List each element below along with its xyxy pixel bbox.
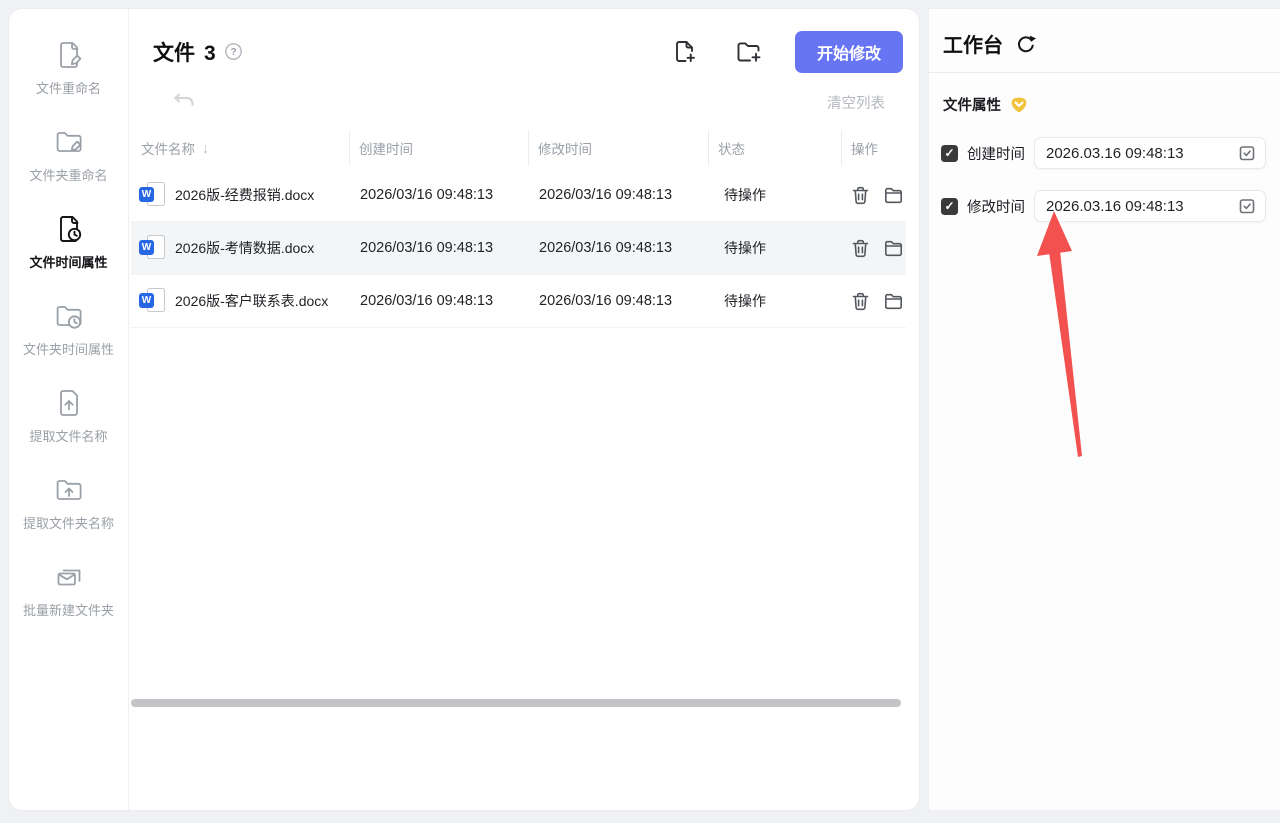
- refresh-icon[interactable]: [1015, 34, 1036, 55]
- file-list-header: 文件 3 ? 开始修改: [153, 31, 903, 73]
- vip-badge-icon: [1009, 95, 1029, 115]
- created-time-label: 创建时间: [967, 143, 1025, 164]
- open-folder-icon[interactable]: [884, 187, 903, 204]
- modified-time: 2026/03/16 09:48:13: [528, 240, 708, 256]
- sidebar: 文件重命名 文件夹重命名 文件时间属性: [9, 9, 129, 810]
- file-name-cell: W 2026版-经费报销.docx: [131, 176, 349, 214]
- sidebar-item-label: 文件时间属性: [29, 252, 107, 271]
- modified-time-input[interactable]: 2026.03.16 09:48:13: [1034, 190, 1266, 222]
- open-folder-icon[interactable]: [884, 240, 903, 257]
- created-time: 2026/03/16 09:48:13: [349, 187, 528, 203]
- file-clock-icon: [53, 213, 85, 245]
- modified-time: 2026/03/16 09:48:13: [528, 187, 708, 203]
- delete-icon[interactable]: [852, 186, 869, 205]
- table-row[interactable]: W 2026版-客户联系表.docx 2026/03/16 09:48:13 2…: [131, 275, 906, 328]
- file-rename-icon: [53, 39, 85, 71]
- row-actions: [841, 186, 906, 205]
- modified-time-checkbox[interactable]: ✓: [941, 198, 958, 215]
- file-name-cell: W 2026版-客户联系表.docx: [131, 282, 349, 320]
- open-folder-icon[interactable]: [884, 293, 903, 310]
- folder-export-icon: [53, 474, 85, 506]
- workbench-panel: 工作台 文件属性 ✓ 创建时间 2026.03.16 09:48:13: [928, 8, 1280, 811]
- modified-time: 2026/03/16 09:48:13: [528, 293, 708, 309]
- sidebar-item-label: 提取文件名称: [29, 426, 107, 445]
- created-time: 2026/03/16 09:48:13: [349, 293, 528, 309]
- add-folder-button[interactable]: [735, 38, 763, 66]
- clear-list-button[interactable]: 清空列表: [827, 92, 885, 113]
- sidebar-item-folder-rename[interactable]: 文件夹重命名: [9, 118, 128, 205]
- sidebar-item-batch-new-folder[interactable]: 批量新建文件夹: [9, 553, 128, 640]
- workbench-divider: [929, 72, 1280, 73]
- sort-desc-icon[interactable]: ↓: [202, 140, 209, 156]
- check-icon: ✓: [944, 199, 954, 213]
- modified-time-label: 修改时间: [967, 196, 1025, 217]
- modified-time-value: 2026.03.16 09:48:13: [1046, 198, 1184, 215]
- workbench-title: 工作台: [943, 29, 1003, 58]
- sidebar-item-extract-file-name[interactable]: 提取文件名称: [9, 379, 128, 466]
- start-modify-button[interactable]: 开始修改: [795, 31, 903, 73]
- row-actions: [841, 239, 906, 258]
- folder-clock-icon: [53, 300, 85, 332]
- add-file-button[interactable]: [671, 38, 699, 66]
- file-name: 2026版-客户联系表.docx: [175, 292, 347, 310]
- created-time-value: 2026.03.16 09:48:13: [1046, 145, 1184, 162]
- file-manager-card: 文件重命名 文件夹重命名 文件时间属性: [8, 8, 920, 811]
- row-actions: [841, 292, 906, 311]
- file-list-panel: 文件 3 ? 开始修改: [129, 9, 919, 810]
- file-export-icon: [53, 387, 85, 419]
- check-icon: ✓: [944, 146, 954, 160]
- batch-new-folder-icon: [53, 561, 85, 593]
- created-time-input[interactable]: 2026.03.16 09:48:13: [1034, 137, 1266, 169]
- file-name-cell: W 2026版-考情数据.docx: [131, 229, 349, 267]
- created-time: 2026/03/16 09:48:13: [349, 240, 528, 256]
- page-title-text: 文件: [153, 37, 195, 67]
- sidebar-item-label: 文件夹重命名: [29, 165, 107, 184]
- file-name: 2026版-经费报销.docx: [175, 186, 347, 204]
- word-file-icon: W: [139, 287, 165, 315]
- file-count: 3: [204, 42, 216, 66]
- status-label: 待操作: [708, 238, 841, 258]
- date-picker-icon[interactable]: [1237, 196, 1257, 216]
- sidebar-item-folder-time-attr[interactable]: 文件夹时间属性: [9, 292, 128, 379]
- delete-icon[interactable]: [852, 292, 869, 311]
- sidebar-item-label: 文件重命名: [36, 78, 101, 97]
- file-attributes-label: 文件属性: [943, 94, 1001, 115]
- date-picker-icon[interactable]: [1237, 143, 1257, 163]
- sidebar-item-file-time-attr[interactable]: 文件时间属性: [9, 205, 128, 292]
- file-name: 2026版-考情数据.docx: [175, 239, 347, 257]
- word-file-icon: W: [139, 234, 165, 262]
- column-header-name[interactable]: 文件名称 ↓: [131, 127, 349, 169]
- column-header-created: 创建时间: [349, 127, 528, 169]
- created-time-checkbox[interactable]: ✓: [941, 145, 958, 162]
- file-table: 文件名称 ↓ 创建时间 修改时间 状态 操作 W 2026版-经费报销.docx…: [131, 127, 906, 328]
- sidebar-item-label: 文件夹时间属性: [23, 339, 114, 358]
- undo-icon[interactable]: [171, 91, 197, 113]
- sidebar-item-extract-folder-name[interactable]: 提取文件夹名称: [9, 466, 128, 553]
- sidebar-item-file-rename[interactable]: 文件重命名: [9, 31, 128, 118]
- app-window: 文件重命名 文件夹重命名 文件时间属性: [8, 8, 1280, 811]
- workbench-header: 工作台: [943, 29, 1280, 58]
- column-header-status: 状态: [708, 127, 841, 169]
- page-title: 文件 3: [153, 37, 216, 67]
- table-row[interactable]: W 2026版-经费报销.docx 2026/03/16 09:48:13 20…: [131, 169, 906, 222]
- sidebar-item-label: 批量新建文件夹: [23, 600, 114, 619]
- status-label: 待操作: [708, 185, 841, 205]
- sidebar-item-label: 提取文件夹名称: [23, 513, 114, 532]
- table-header-row: 文件名称 ↓ 创建时间 修改时间 状态 操作: [131, 127, 906, 169]
- file-attributes-section: 文件属性: [943, 94, 1280, 115]
- table-row[interactable]: W 2026版-考情数据.docx 2026/03/16 09:48:13 20…: [131, 222, 906, 275]
- modified-time-field: ✓ 修改时间 2026.03.16 09:48:13: [941, 190, 1266, 222]
- svg-text:?: ?: [230, 47, 236, 58]
- horizontal-scrollbar[interactable]: [131, 699, 901, 707]
- help-icon[interactable]: ?: [224, 42, 243, 66]
- created-time-field: ✓ 创建时间 2026.03.16 09:48:13: [941, 137, 1266, 169]
- delete-icon[interactable]: [852, 239, 869, 258]
- list-toolbar: 清空列表: [171, 89, 901, 115]
- status-label: 待操作: [708, 291, 841, 311]
- column-header-modified: 修改时间: [528, 127, 708, 169]
- column-header-actions: 操作: [841, 127, 906, 169]
- word-file-icon: W: [139, 181, 165, 209]
- folder-rename-icon: [53, 126, 85, 158]
